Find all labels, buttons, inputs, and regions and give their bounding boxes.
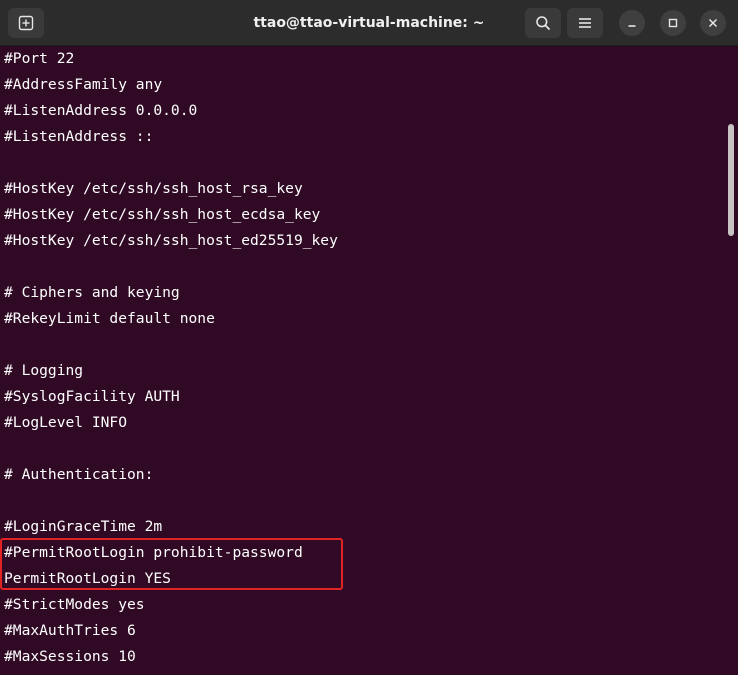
terminal-lines: #Port 22 #AddressFamily any #ListenAddre… (4, 46, 718, 670)
close-button[interactable] (700, 10, 726, 36)
minimize-icon (627, 18, 637, 28)
terminal-line: #HostKey /etc/ssh/ssh_host_ed25519_key (4, 232, 338, 249)
terminal-window: ttao@ttao-virtual-machine: ~ #Port 22 #A… (0, 0, 738, 675)
menu-button[interactable] (567, 8, 603, 38)
terminal-line: #ListenAddress :: (4, 128, 154, 145)
terminal-line: #HostKey /etc/ssh/ssh_host_rsa_key (4, 180, 303, 197)
search-button[interactable] (525, 8, 561, 38)
window-title: ttao@ttao-virtual-machine: ~ (253, 15, 485, 31)
hamburger-menu-icon (578, 17, 592, 29)
terminal-line: #MaxAuthTries 6 (4, 622, 136, 639)
terminal-line: #MaxSessions 10 (4, 648, 136, 665)
terminal-line: #RekeyLimit default none (4, 310, 215, 327)
terminal-line: #SyslogFacility AUTH (4, 388, 180, 405)
terminal-line: #HostKey /etc/ssh/ssh_host_ecdsa_key (4, 206, 321, 223)
terminal-line: #LogLevel INFO (4, 414, 128, 431)
title-bar: ttao@ttao-virtual-machine: ~ (0, 0, 738, 46)
minimize-button[interactable] (619, 10, 645, 36)
terminal-line: # Logging (4, 362, 84, 379)
terminal-line: #PermitRootLogin prohibit-password (4, 544, 303, 561)
maximize-icon (668, 18, 678, 28)
terminal-line: #StrictModes yes (4, 596, 145, 613)
close-icon (708, 18, 718, 28)
terminal-line: #ListenAddress 0.0.0.0 (4, 102, 198, 119)
terminal-line: # Ciphers and keying (4, 284, 180, 301)
terminal-output[interactable]: #Port 22 #AddressFamily any #ListenAddre… (0, 46, 738, 675)
search-icon (535, 15, 551, 31)
new-tab-icon (18, 15, 34, 31)
scrollbar-thumb[interactable] (728, 124, 734, 236)
terminal-line: PermitRootLogin YES (4, 570, 171, 587)
terminal-line: #LoginGraceTime 2m (4, 518, 163, 535)
maximize-button[interactable] (660, 10, 686, 36)
new-tab-button[interactable] (8, 8, 44, 38)
terminal-line: #AddressFamily any (4, 76, 163, 93)
terminal-line: # Authentication: (4, 466, 154, 483)
terminal-line: #Port 22 (4, 50, 75, 67)
